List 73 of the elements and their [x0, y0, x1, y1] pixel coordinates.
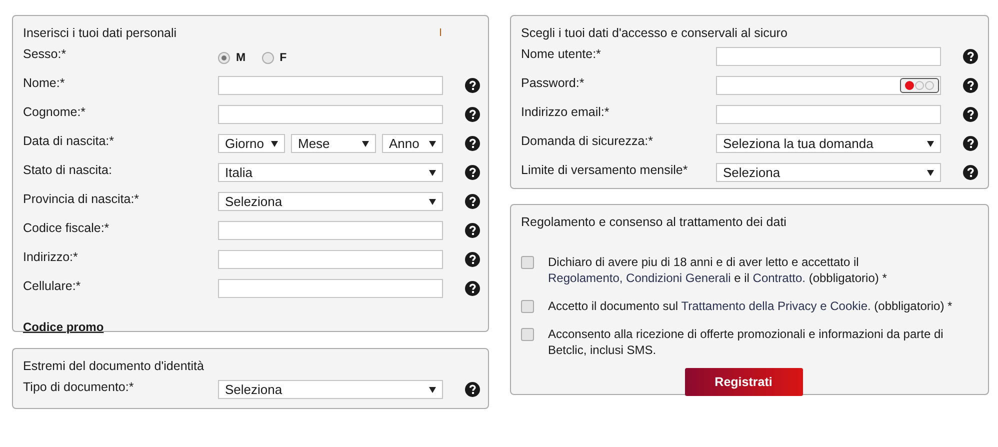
- consent-text: Dichiaro di avere piu di 18 anni e di aver letto e accettato il Regolamento, Condizioni Generali e il Contratto. (obbligatorio) *: [548, 254, 888, 286]
- field-label: Password:*: [521, 75, 586, 90]
- dropdown[interactable]: Giorno: [218, 134, 285, 153]
- help-icon[interactable]: [465, 78, 480, 93]
- panel-title: Inserisci i tuoi dati personali: [23, 26, 177, 40]
- caret-icon: [927, 170, 934, 176]
- field-label: Stato di nascita:: [23, 162, 113, 177]
- radio-button[interactable]: [262, 52, 274, 64]
- marker-text: I: [438, 27, 442, 39]
- field-label: Cellulare:*: [23, 278, 82, 293]
- caret-icon: [429, 170, 436, 176]
- field-label: Sesso:*: [23, 46, 68, 61]
- caret-icon: [927, 140, 934, 146]
- field-label: Data di nascita:*: [23, 133, 116, 148]
- field-label: Provincia di nascita:*: [23, 191, 140, 206]
- caret-icon: [429, 198, 436, 204]
- field-label: Limite di versamento mensile*: [521, 162, 689, 177]
- help-icon[interactable]: [963, 49, 978, 64]
- dropdown[interactable]: Seleziona la tua domanda: [716, 134, 941, 153]
- help-icon[interactable]: [963, 136, 978, 151]
- consent-text: Accetto il documento sul Trattamento della Privacy e Cookie. (obbligatorio) *: [548, 298, 954, 314]
- field-label: Domanda di sicurezza:*: [521, 133, 654, 148]
- text-field[interactable]: [218, 221, 443, 240]
- dropdown[interactable]: Mese: [291, 134, 376, 153]
- help-icon[interactable]: [963, 165, 978, 180]
- dropdown[interactable]: Seleziona: [716, 163, 941, 182]
- caret-icon: [429, 386, 436, 392]
- help-icon[interactable]: [465, 281, 480, 296]
- checkbox[interactable]: [521, 300, 534, 313]
- help-icon[interactable]: [465, 165, 480, 180]
- caret-icon: [429, 140, 436, 146]
- text-field[interactable]: [716, 105, 941, 124]
- panel-title: Scegli i tuoi dati d'accesso e conservali al sicuro: [521, 26, 788, 40]
- text-field[interactable]: [218, 105, 443, 124]
- radio-option[interactable]: M: [218, 49, 246, 64]
- dropdown[interactable]: Seleziona: [218, 380, 443, 399]
- help-icon[interactable]: [465, 107, 480, 122]
- help-icon[interactable]: [465, 136, 480, 151]
- dropdown[interactable]: Italia: [218, 163, 443, 182]
- checkbox[interactable]: [521, 256, 534, 269]
- field-label: Tipo di documento:*: [23, 379, 135, 394]
- field-label: Indirizzo email:*: [521, 104, 610, 119]
- help-icon[interactable]: [963, 107, 978, 122]
- panel-title: Regolamento e consenso al trattamento dei dati: [521, 215, 786, 229]
- field-label: Nome utente:*: [521, 46, 602, 61]
- text-field[interactable]: [218, 76, 443, 95]
- help-icon[interactable]: [465, 194, 480, 209]
- checkbox[interactable]: [521, 328, 534, 341]
- help-icon[interactable]: [465, 382, 480, 397]
- document-link[interactable]: Contratto.: [752, 271, 806, 285]
- caret-icon: [362, 140, 369, 146]
- dropdown[interactable]: Anno: [382, 134, 443, 153]
- radio-button[interactable]: [218, 52, 230, 64]
- document-link[interactable]: Trattamento della Privacy e Cookie.: [681, 299, 871, 313]
- panel-title: Estremi del documento d'identità: [23, 359, 204, 373]
- radio-option[interactable]: F: [262, 49, 287, 64]
- help-icon[interactable]: [963, 78, 978, 93]
- caret-icon: [271, 140, 278, 146]
- field-label: Codice fiscale:*: [23, 220, 110, 235]
- field-label: Nome:*: [23, 75, 66, 90]
- password-field[interactable]: [716, 76, 941, 95]
- dropdown[interactable]: Seleziona: [218, 192, 443, 211]
- text-field[interactable]: [218, 250, 443, 269]
- document-link[interactable]: Regolamento, Condizioni Generali: [548, 271, 731, 285]
- help-icon[interactable]: [465, 223, 480, 238]
- register-button[interactable]: Registrati: [684, 368, 802, 396]
- consent-text: Acconsento alla ricezione di offerte promozionali e informazioni da parte di Betclic, inclusi SMS.: [548, 326, 944, 358]
- text-field[interactable]: [716, 47, 941, 66]
- promo-code-link[interactable]: Codice promo: [23, 320, 104, 334]
- text-field[interactable]: [218, 279, 443, 298]
- field-label: Indirizzo:*: [23, 249, 79, 264]
- field-label: Cognome:*: [23, 104, 87, 119]
- help-icon[interactable]: [465, 252, 480, 267]
